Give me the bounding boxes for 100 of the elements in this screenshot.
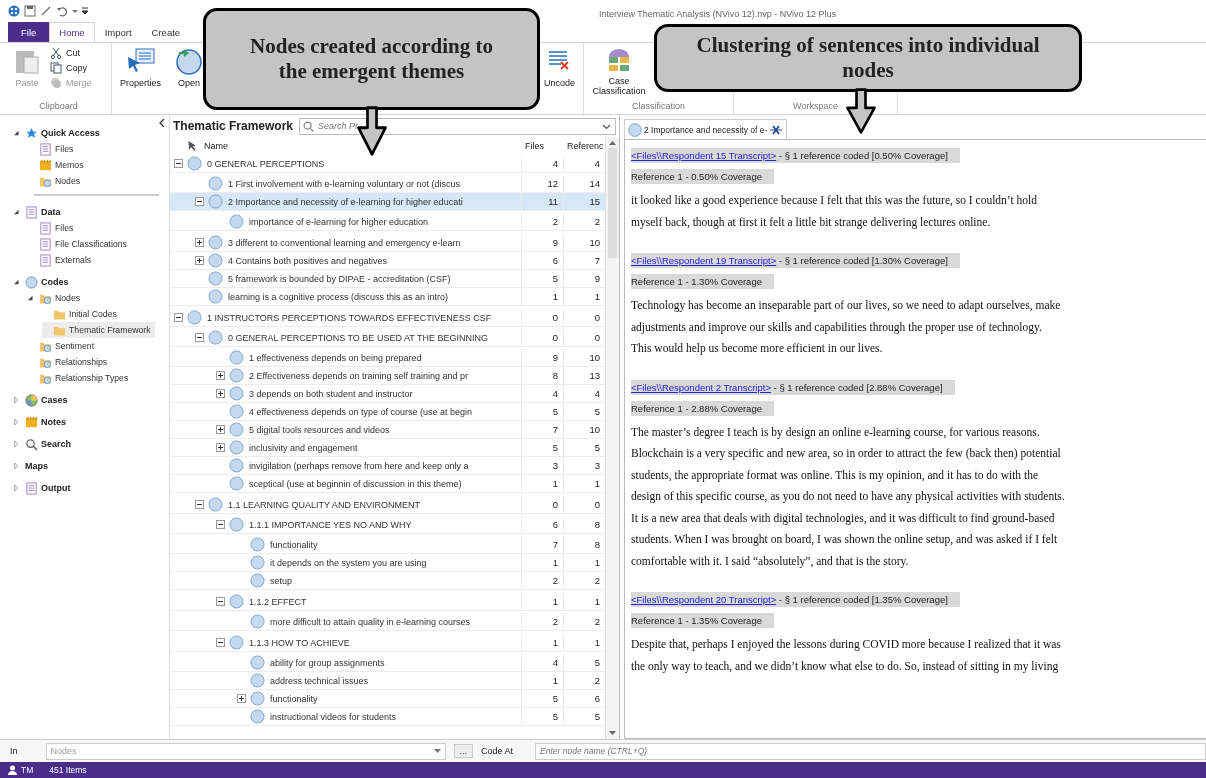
nav-item[interactable]: Nodes bbox=[28, 290, 85, 306]
tree-row[interactable]: 5 digital tools resources and videos 7 10 bbox=[170, 421, 605, 439]
nav-section[interactable]: Cases bbox=[14, 392, 169, 408]
nav-item[interactable]: Initial Codes bbox=[42, 306, 121, 322]
tree-row[interactable]: 4 Contains both positives and negatives 6 7 bbox=[170, 252, 605, 270]
collapse-icon[interactable] bbox=[216, 638, 225, 647]
tree-row[interactable]: instructional videos for students 5 5 bbox=[170, 708, 605, 726]
nav-item[interactable]: Files bbox=[28, 220, 78, 236]
tree-row[interactable]: inclusivity and engagement 5 5 bbox=[170, 439, 605, 457]
collapse-icon[interactable] bbox=[195, 333, 204, 342]
caret-icon[interactable] bbox=[72, 7, 78, 15]
collapse-icon[interactable] bbox=[28, 295, 34, 301]
tree-row[interactable]: sceptical (use at beginnin of discussion in this theme) 1 1 bbox=[170, 475, 605, 493]
nav-section[interactable]: Notes bbox=[14, 414, 169, 430]
collapse-icon[interactable] bbox=[174, 159, 183, 168]
tree-row[interactable]: learning is a cognitive process (discuss this as an intro) 1 1 bbox=[170, 288, 605, 306]
scroll-up-icon[interactable] bbox=[608, 140, 617, 146]
nav-item[interactable]: Relationships bbox=[28, 354, 112, 370]
tree-row[interactable]: 1.1 LEARNING QUALITY AND ENVIRONMENT 0 0 bbox=[170, 496, 605, 514]
search-field[interactable]: Search Pr bbox=[299, 117, 616, 135]
tree-row[interactable]: 1.1.3 HOW TO ACHIEVE 1 1 bbox=[170, 634, 605, 652]
nav-section[interactable]: Codes bbox=[14, 274, 169, 290]
properties-button[interactable]: Properties bbox=[116, 45, 166, 91]
nav-item[interactable]: Nodes bbox=[28, 173, 85, 189]
ribbon-tab[interactable]: Import bbox=[94, 22, 142, 42]
customize-icon[interactable] bbox=[82, 7, 88, 15]
source-link[interactable]: <Files\\Respondent 2 Transcript> bbox=[631, 381, 771, 393]
tree-row[interactable]: 0 GENERAL PERCEPTIONS 4 4 bbox=[170, 155, 605, 173]
ribbon-tab[interactable]: Create bbox=[141, 22, 191, 42]
tree-row[interactable]: 3 different to conventional learning and emergency e-learn 9 10 bbox=[170, 234, 605, 252]
document-tab[interactable]: 2 Importance and necessity of e- bbox=[624, 119, 788, 139]
collapse-icon[interactable] bbox=[14, 130, 20, 136]
case-classification-button[interactable]: Case Classification bbox=[588, 45, 650, 99]
tree-row[interactable]: 1.1.1 IMPORTANCE YES NO AND WHY 6 8 bbox=[170, 516, 605, 534]
tree-row[interactable]: invigilation (perhaps remove from here and keep only a 3 3 bbox=[170, 457, 605, 475]
ribbon-tab[interactable]: Home bbox=[49, 22, 95, 42]
nav-section[interactable]: Data bbox=[14, 204, 169, 220]
tree-row[interactable]: functionality 7 8 bbox=[170, 536, 605, 554]
tree-row[interactable]: setup 2 2 bbox=[170, 572, 605, 590]
tree-row[interactable]: address technical issues 1 2 bbox=[170, 672, 605, 690]
nav-section[interactable]: Output bbox=[14, 480, 169, 496]
dropdown-icon[interactable] bbox=[433, 748, 441, 754]
tree-row[interactable]: 3 depends on both student and instructor 4 4 bbox=[170, 385, 605, 403]
collapse-pane-icon[interactable] bbox=[159, 119, 165, 127]
collapse-icon[interactable] bbox=[195, 197, 204, 206]
tree-row[interactable]: 1 INSTRUCTORS PERCEPTIONS TOWARDS EFFECTIVENESS CSF 0 0 bbox=[170, 309, 605, 327]
tree-row[interactable]: 1.1.2 EFFECT 1 1 bbox=[170, 593, 605, 611]
nav-item[interactable]: Relationship Types bbox=[28, 370, 133, 386]
tree-row[interactable]: it depends on the system you are using 1 1 bbox=[170, 554, 605, 572]
expand-icon[interactable] bbox=[237, 694, 246, 703]
pen-icon[interactable] bbox=[40, 5, 52, 17]
ribbon-tab[interactable]: File bbox=[8, 22, 50, 42]
tree-row[interactable]: 4 effectiveness depends on type of course (use at begin 5 5 bbox=[170, 403, 605, 421]
nav-item[interactable]: Thematic Framework bbox=[42, 322, 155, 338]
collapse-icon[interactable] bbox=[216, 520, 225, 529]
tree-row[interactable]: 0 GENERAL PERCEPTIONS TO BE USED AT THE BEGINNING 0 0 bbox=[170, 329, 605, 347]
tree-row[interactable]: more difficult to attain quality in e-learning courses 2 2 bbox=[170, 613, 605, 631]
nav-item[interactable]: Sentiment bbox=[28, 338, 99, 354]
collapse-icon[interactable] bbox=[216, 597, 225, 606]
nav-item[interactable]: File Classifications bbox=[28, 236, 131, 252]
cut-button[interactable]: Cut bbox=[50, 47, 92, 59]
expand-icon[interactable] bbox=[216, 443, 225, 452]
close-icon[interactable] bbox=[769, 124, 784, 135]
expand-icon[interactable] bbox=[216, 425, 225, 434]
nav-section[interactable]: Search bbox=[14, 436, 169, 452]
tree-row[interactable]: 2 Effectiveness depends on training self training and pr 8 13 bbox=[170, 367, 605, 385]
dropdown-icon[interactable] bbox=[602, 123, 611, 130]
expand-icon[interactable] bbox=[216, 371, 225, 380]
browse-button[interactable]: ... bbox=[453, 744, 474, 758]
expand-icon[interactable] bbox=[195, 256, 204, 265]
tree-row[interactable]: 2 Importance and necessity of e-learning for higher educati 11 15 bbox=[170, 193, 605, 211]
tree-row[interactable]: functionality 5 6 bbox=[170, 690, 605, 708]
uncode-button[interactable]: Uncode bbox=[539, 45, 579, 91]
nav-item[interactable]: Memos bbox=[28, 157, 88, 173]
column-header[interactable]: Referenc bbox=[563, 140, 605, 151]
expand-icon[interactable] bbox=[195, 238, 204, 247]
code-at-field[interactable]: Enter node name (CTRL+Q) bbox=[535, 742, 1206, 760]
collapse-icon[interactable] bbox=[14, 279, 20, 285]
app-icon[interactable] bbox=[8, 5, 20, 17]
column-header[interactable]: Name bbox=[204, 140, 228, 151]
scroll-down-icon[interactable] bbox=[608, 730, 617, 736]
tree-row[interactable]: 5 framework is bounded by DIPAE - accreditation (CSF) 5 9 bbox=[170, 270, 605, 288]
source-link[interactable]: <Files\\Respondent 20 Transcript> bbox=[631, 594, 777, 605]
collapse-icon[interactable] bbox=[14, 209, 20, 215]
collapse-icon[interactable] bbox=[174, 313, 183, 322]
source-link[interactable]: <Files\\Respondent 19 Transcript> bbox=[631, 255, 777, 266]
tree-row[interactable]: ability for group assignments 4 5 bbox=[170, 654, 605, 672]
tree-row[interactable]: 1 effectiveness depends on being prepared 9 10 bbox=[170, 349, 605, 367]
nav-section[interactable]: Maps bbox=[14, 458, 169, 474]
collapse-icon[interactable] bbox=[195, 500, 204, 509]
tree-row[interactable]: importance of e-learning for higher education 2 2 bbox=[170, 213, 605, 231]
nav-item[interactable]: Files bbox=[28, 141, 78, 157]
expand-icon[interactable] bbox=[216, 389, 225, 398]
save-icon[interactable] bbox=[24, 5, 36, 17]
undo-icon[interactable] bbox=[56, 5, 68, 17]
source-link[interactable]: <Files\\Respondent 15 Transcript> bbox=[631, 150, 777, 161]
copy-button[interactable]: Copy bbox=[50, 62, 92, 74]
column-header[interactable]: Files bbox=[521, 140, 563, 151]
nav-item[interactable]: Externals bbox=[28, 252, 96, 268]
pin-icon[interactable] bbox=[186, 140, 198, 151]
